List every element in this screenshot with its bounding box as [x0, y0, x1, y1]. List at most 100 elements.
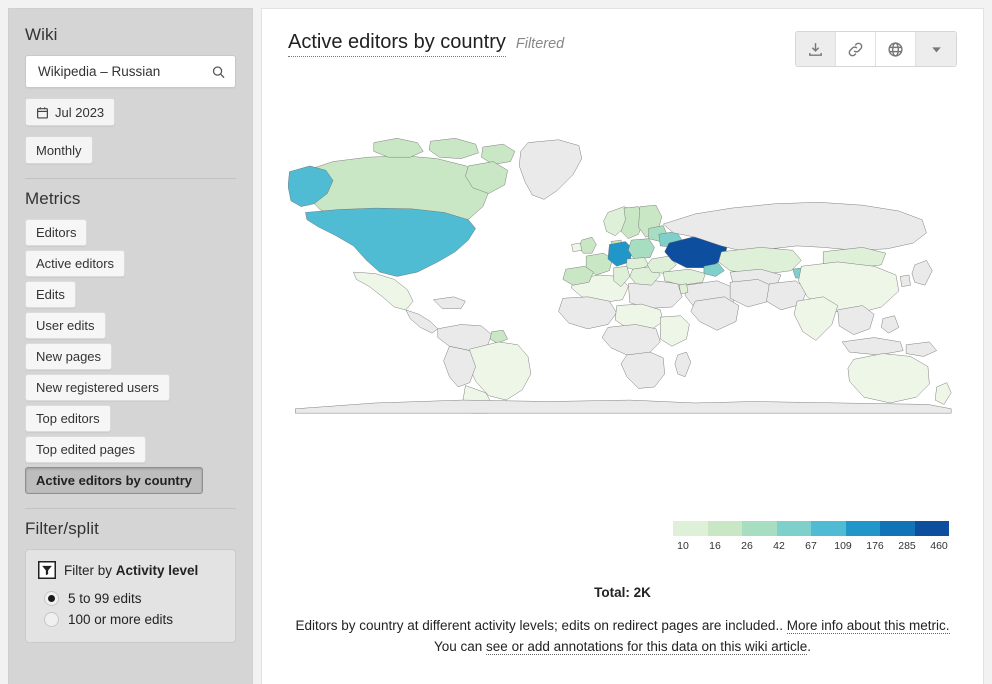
- region-caribbean[interactable]: [433, 297, 465, 309]
- legend-swatch-6: [846, 521, 881, 536]
- metric-user-edits[interactable]: User edits: [25, 312, 106, 339]
- country-west-africa[interactable]: [559, 297, 617, 329]
- legend-swatch-5: [811, 521, 846, 536]
- country-korea[interactable]: [900, 275, 910, 287]
- divider-filter: [25, 508, 236, 509]
- filter-header: Filter by Activity level: [38, 561, 223, 579]
- metric-new-registered-users[interactable]: New registered users: [25, 374, 170, 401]
- link-icon: [847, 41, 864, 58]
- search-icon: [211, 64, 226, 79]
- title-row: Active editors by country Filtered: [288, 31, 564, 57]
- divider-metrics: [25, 178, 236, 179]
- country-madagascar[interactable]: [675, 352, 691, 377]
- annotations-link[interactable]: see or add annotations for this data on …: [486, 639, 807, 655]
- metric-active-editors[interactable]: Active editors: [25, 250, 125, 277]
- country-canada-arctic-2[interactable]: [429, 138, 478, 158]
- chart-toolbar: [795, 31, 957, 67]
- legend-swatch-4: [777, 521, 812, 536]
- metrics-section-title: Metrics: [25, 189, 236, 209]
- filter-section-title: Filter/split: [25, 519, 236, 539]
- country-india[interactable]: [794, 297, 838, 341]
- country-japan[interactable]: [912, 260, 932, 285]
- granularity-chip[interactable]: Monthly: [25, 136, 93, 164]
- country-arabia[interactable]: [691, 297, 739, 330]
- country-papua-new-guinea[interactable]: [906, 342, 937, 357]
- calendar-icon: [36, 106, 49, 119]
- country-greenland[interactable]: [519, 140, 582, 200]
- legend-swatch-8: [915, 521, 950, 536]
- country-guyana[interactable]: [490, 330, 507, 343]
- legend-tick: 16: [699, 540, 731, 552]
- country-central-america[interactable]: [406, 310, 438, 333]
- country-united-kingdom[interactable]: [579, 237, 596, 253]
- metrics-list: Editors Active editors Edits User edits …: [25, 219, 236, 494]
- total-label: Total: 2K: [262, 585, 983, 600]
- globe-icon: [887, 41, 904, 58]
- wiki-section-title: Wiki: [25, 25, 236, 45]
- country-canada-arctic-3[interactable]: [481, 144, 514, 164]
- filter-label-bold: Activity level: [116, 563, 199, 578]
- more-options-button[interactable]: [916, 32, 956, 66]
- country-poland[interactable]: [628, 239, 654, 259]
- country-australia[interactable]: [848, 354, 929, 403]
- chart-header: Active editors by country Filtered: [288, 31, 957, 67]
- country-southeast-asia[interactable]: [838, 306, 874, 335]
- filter-option-5-to-99[interactable]: 5 to 99 edits: [38, 588, 223, 609]
- country-iran[interactable]: [730, 279, 774, 307]
- date-range-label: Jul 2023: [55, 105, 104, 120]
- country-spain-portugal[interactable]: [563, 266, 594, 285]
- download-button[interactable]: [796, 32, 836, 66]
- country-new-zealand[interactable]: [935, 383, 951, 405]
- country-central-africa[interactable]: [602, 324, 660, 355]
- wiki-search-field[interactable]: [25, 55, 236, 88]
- legend-tick: 26: [731, 540, 763, 552]
- download-icon: [807, 41, 824, 58]
- filter-option-100-or-more[interactable]: 100 or more edits: [38, 609, 223, 630]
- metric-top-editors[interactable]: Top editors: [25, 405, 111, 432]
- country-united-states[interactable]: [305, 208, 475, 276]
- language-button[interactable]: [876, 32, 916, 66]
- country-philippines[interactable]: [881, 316, 898, 333]
- country-canada-arctic-1[interactable]: [374, 138, 423, 157]
- funnel-icon: [38, 561, 56, 579]
- country-israel[interactable]: [679, 284, 688, 294]
- country-indonesia[interactable]: [842, 338, 903, 355]
- annotation-suffix: .: [807, 639, 811, 654]
- metric-active-editors-by-country[interactable]: Active editors by country: [25, 467, 203, 494]
- annotation-prefix: You can: [434, 639, 486, 654]
- legend-swatch-1: [673, 521, 708, 536]
- metric-editors[interactable]: Editors: [25, 219, 87, 246]
- filter-card: Filter by Activity level 5 to 99 edits 1…: [25, 549, 236, 643]
- app-root: Wiki Jul 2023 Monthly Metrics E: [0, 0, 992, 684]
- continent-antarctica[interactable]: [295, 400, 951, 413]
- metric-edits[interactable]: Edits: [25, 281, 76, 308]
- country-mexico[interactable]: [353, 272, 413, 310]
- legend-tick: 176: [859, 540, 891, 552]
- page-title[interactable]: Active editors by country: [288, 31, 506, 57]
- radio-selected-icon[interactable]: [44, 591, 59, 606]
- filter-label: Filter by Activity level: [64, 563, 198, 578]
- world-map[interactable]: [288, 85, 957, 465]
- filter-label-prefix: Filter by: [64, 563, 116, 578]
- filter-option-label: 5 to 99 edits: [68, 591, 142, 606]
- map-svg[interactable]: [288, 85, 957, 465]
- metric-new-pages[interactable]: New pages: [25, 343, 112, 370]
- copy-link-button[interactable]: [836, 32, 876, 66]
- legend-swatch-2: [708, 521, 743, 536]
- description-text: Editors by country at different activity…: [295, 618, 783, 633]
- legend-tick: 109: [827, 540, 859, 552]
- country-ireland[interactable]: [572, 243, 582, 252]
- filter-option-label: 100 or more edits: [68, 612, 173, 627]
- country-southern-africa[interactable]: [621, 352, 665, 388]
- chevron-down-icon: [928, 41, 945, 58]
- more-info-link[interactable]: More info about this metric.: [787, 618, 950, 634]
- radio-unselected-icon[interactable]: [44, 612, 59, 627]
- search-input[interactable]: [36, 63, 205, 80]
- chart-description: Editors by country at different activity…: [288, 616, 957, 657]
- main-panel: Active editors by country Filtered: [261, 8, 984, 684]
- country-east-africa[interactable]: [660, 316, 689, 347]
- legend-tick: 285: [891, 540, 923, 552]
- metric-top-edited-pages[interactable]: Top edited pages: [25, 436, 146, 463]
- date-range-chip[interactable]: Jul 2023: [25, 98, 115, 126]
- map-legend: 10 16 26 42 67 109 176 285 460: [667, 521, 957, 552]
